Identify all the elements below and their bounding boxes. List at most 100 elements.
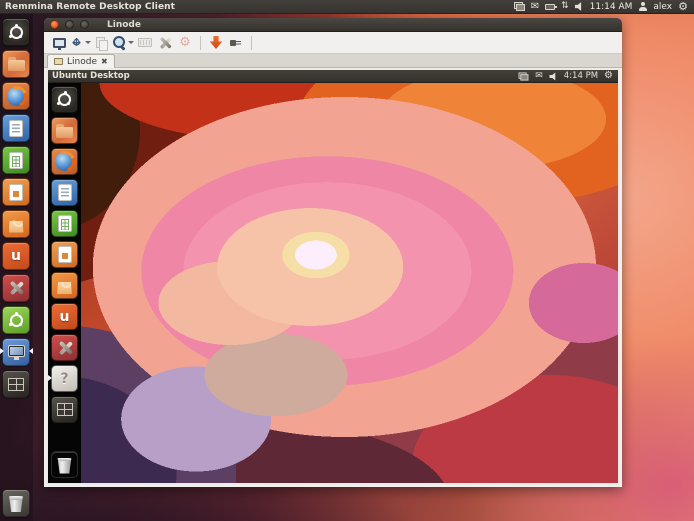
toolbar-separator [200, 36, 201, 50]
magnifier-icon [113, 36, 126, 49]
battery-icon[interactable] [545, 4, 555, 10]
resize-window-button[interactable]: ↔↕ [70, 34, 91, 52]
connection-tools-button[interactable] [156, 34, 174, 52]
fullscreen-icon [53, 38, 66, 48]
launcher-item-ubuntu-one[interactable]: u [2, 242, 30, 270]
volume-icon[interactable] [575, 2, 584, 11]
toggle-scaled-mode-button[interactable] [113, 34, 134, 52]
launcher-item-firefox[interactable] [2, 82, 30, 110]
window-title: Linode [107, 20, 141, 30]
firefox-icon [55, 152, 74, 171]
shopping-bag-icon [57, 282, 72, 294]
session-gear-icon[interactable]: ⚙ [678, 1, 688, 12]
calc-spreadsheet-icon [9, 152, 23, 169]
tab-linode[interactable]: Linode ✖ [47, 54, 115, 68]
sync-arrows-icon[interactable]: ⇅ [561, 2, 569, 11]
impress-presentation-icon [58, 246, 72, 263]
launcher-item-ubuntu-software[interactable] [2, 306, 30, 334]
window-titlebar[interactable]: Linode [44, 18, 622, 32]
disconnect-button[interactable] [227, 34, 245, 52]
user-icon[interactable] [638, 2, 647, 11]
firefox-icon [7, 87, 26, 106]
shopping-bag-icon [9, 221, 24, 233]
question-mark-icon: ? [60, 371, 68, 387]
mail-icon[interactable]: ✉ [531, 2, 539, 12]
launcher-item-trash[interactable] [2, 489, 30, 517]
launcher-item-dash-home[interactable] [2, 18, 30, 46]
remote-launcher-item-system-settings[interactable] [51, 334, 78, 361]
desktop: Remmina Remote Desktop Client ✉ ⇅ 11:14 … [0, 0, 694, 521]
remmina-window: Linode ↔↕ ⚙ Linode ✖ [44, 18, 622, 487]
ubuntu-one-icon: u [11, 248, 21, 264]
window-close-button[interactable] [50, 20, 59, 29]
remote-launcher-item-ubuntu-one[interactable]: u [51, 303, 78, 330]
remote-launcher-item-workspace-switcher[interactable] [51, 396, 78, 423]
volume-icon[interactable] [549, 72, 557, 80]
remote-launcher-item-libreoffice-writer[interactable] [51, 179, 78, 206]
trash-icon [57, 458, 72, 474]
remote-wallpaper [48, 83, 618, 483]
running-indicator-arrow [48, 375, 52, 381]
remote-screen-icon [54, 58, 63, 65]
folder-icon [56, 127, 73, 138]
launcher-item-libreoffice-calc[interactable] [2, 146, 30, 174]
toolbar-separator [251, 36, 252, 50]
remote-launcher-item-software-center[interactable] [51, 272, 78, 299]
remote-clock[interactable]: 4:14 PM [564, 71, 598, 81]
host-clock[interactable]: 11:14 AM [590, 2, 633, 12]
host-top-panel: Remmina Remote Desktop Client ✉ ⇅ 11:14 … [0, 0, 694, 14]
tab-label: Linode [67, 57, 97, 67]
launcher-item-workspace-switcher[interactable] [2, 370, 30, 398]
copy-icon [96, 37, 108, 49]
remote-launcher-item-libreoffice-calc[interactable] [51, 210, 78, 237]
trash-icon [9, 496, 24, 512]
remmina-toolbar: ↔↕ ⚙ [44, 32, 622, 54]
ubuntu-logo-icon [10, 26, 23, 39]
keyboard-icon [138, 38, 152, 47]
ubuntu-logo-icon [58, 93, 71, 106]
launcher-item-system-settings[interactable] [2, 274, 30, 302]
chevron-down-icon[interactable] [85, 41, 91, 44]
impress-presentation-icon [9, 184, 23, 201]
launcher-item-libreoffice-writer[interactable] [2, 114, 30, 142]
minimize-window-button[interactable] [207, 34, 225, 52]
launcher-item-remmina[interactable] [2, 338, 30, 366]
remote-launcher-item-libreoffice-impress[interactable] [51, 241, 78, 268]
remote-launcher-item-home-folder[interactable] [51, 117, 78, 144]
host-username[interactable]: alex [653, 2, 672, 12]
remote-launcher: u ? [48, 83, 81, 483]
remote-launcher-item-dash-home[interactable] [51, 86, 78, 113]
window-maximize-button[interactable] [80, 20, 89, 29]
crossed-tools-icon [8, 280, 24, 296]
grab-keyboard-button[interactable] [136, 34, 154, 52]
move-arrows-icon: ↔↕ [70, 36, 83, 49]
focused-indicator-arrow [29, 348, 33, 354]
remote-launcher-item-help[interactable]: ? [51, 365, 78, 392]
tab-close-icon[interactable]: ✖ [101, 58, 108, 66]
launcher-item-software-center[interactable] [2, 210, 30, 238]
launcher-item-home-folder[interactable] [2, 50, 30, 78]
network-icon[interactable] [519, 72, 529, 80]
host-panel-app-title: Remmina Remote Desktop Client [0, 2, 175, 12]
toggle-fullscreen-button[interactable] [50, 34, 68, 52]
chevron-down-icon[interactable] [128, 41, 134, 44]
remote-desktop-body: u ? [48, 83, 618, 483]
connection-settings-button[interactable]: ⚙ [176, 34, 194, 52]
remote-desktop-viewport[interactable]: Ubuntu Desktop ✉ 4:14 PM ⚙ [46, 68, 620, 485]
calc-spreadsheet-icon [58, 215, 72, 232]
launcher-item-libreoffice-impress[interactable] [2, 178, 30, 206]
remote-panel-title: Ubuntu Desktop [48, 71, 130, 81]
duplicate-connection-button[interactable] [93, 34, 111, 52]
remote-launcher-item-trash[interactable] [51, 451, 78, 478]
orange-down-arrow-icon [210, 36, 223, 49]
network-icon[interactable] [514, 2, 525, 11]
crossed-tools-icon [158, 36, 172, 50]
crossed-tools-icon [57, 340, 73, 356]
session-gear-icon[interactable]: ⚙ [604, 71, 613, 81]
remote-indicator-tray: ✉ 4:14 PM ⚙ [518, 71, 618, 81]
remote-launcher-item-firefox[interactable] [51, 148, 78, 175]
ubuntu-logo-icon [10, 314, 23, 327]
ubuntu-one-icon: u [60, 309, 70, 325]
window-minimize-button[interactable] [65, 20, 74, 29]
mail-icon[interactable]: ✉ [535, 72, 543, 81]
